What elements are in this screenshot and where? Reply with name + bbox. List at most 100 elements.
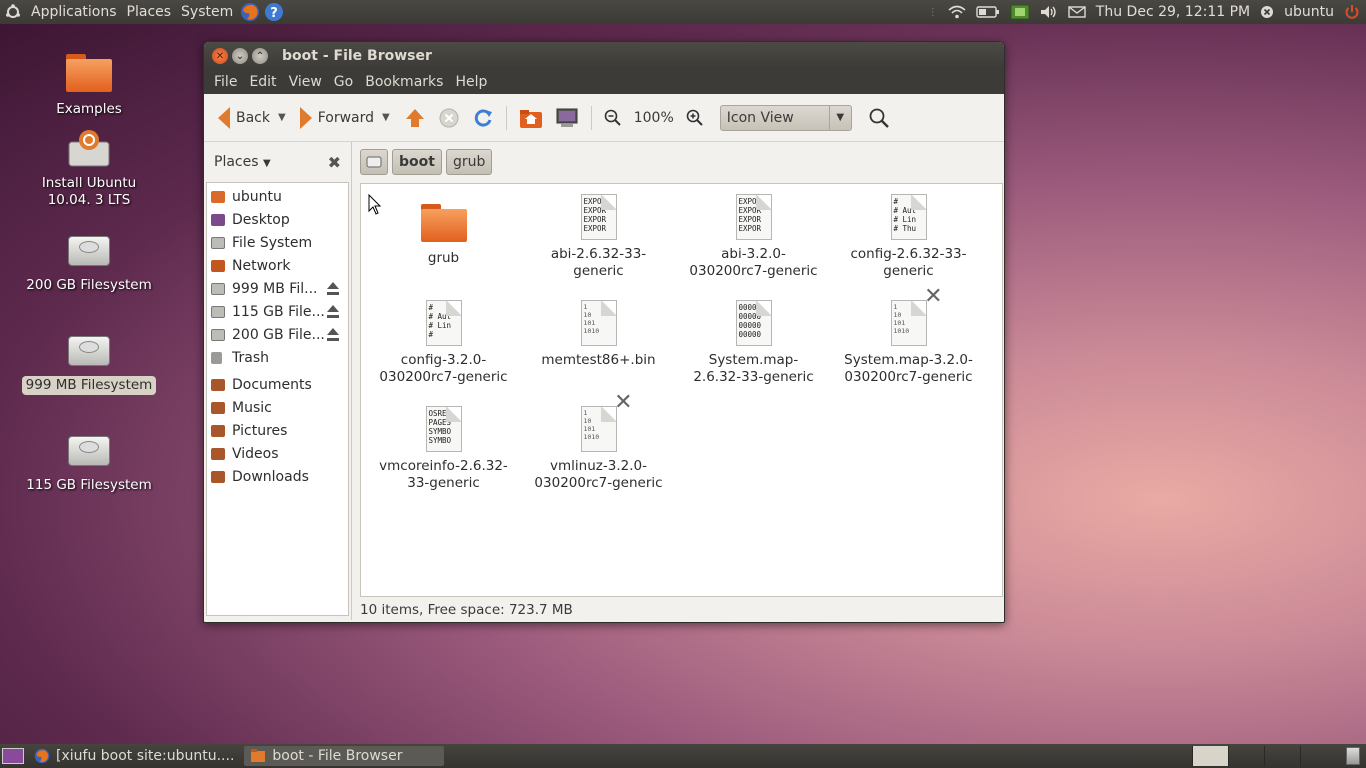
titlebar[interactable]: ✕ ⌄ ⌃ boot - File Browser [204,42,1004,70]
user-menu[interactable]: ubuntu [1284,4,1334,20]
trash-icon[interactable] [1346,747,1360,765]
maximize-window-button[interactable]: ⌃ [252,48,268,64]
wifi-icon[interactable] [948,5,966,19]
close-window-button[interactable]: ✕ [212,48,228,64]
home-folder-icon [519,109,542,128]
forward-history-dropdown[interactable]: ▼ [382,112,390,123]
minimize-window-button[interactable]: ⌄ [232,48,248,64]
mail-icon[interactable] [1068,6,1086,18]
file-name: abi-2.6.32-33-generic [550,246,647,279]
menu-go[interactable]: Go [328,74,359,90]
menu-bookmarks[interactable]: Bookmarks [359,74,449,90]
clock[interactable]: Thu Dec 29, 12:11 PM [1096,4,1250,20]
menu-edit[interactable]: Edit [243,74,282,90]
menu-view[interactable]: View [283,74,328,90]
file-item-grub[interactable]: grub [366,198,521,267]
file-item[interactable]: 1 10 101 1010 ✕ vmlinuz-3.2.0-030200rc7-… [521,392,676,492]
file-name: config-2.6.32-33-generic [850,246,967,279]
close-sidebar-icon[interactable]: ✖ [328,153,341,172]
power-icon[interactable] [1344,4,1360,20]
sidebar-item-music[interactable]: Music [207,396,348,419]
menu-help[interactable]: Help [449,74,493,90]
drive-icon [66,432,112,470]
desktop-icon-examples[interactable]: Examples [14,52,164,119]
up-arrow-icon [405,108,424,127]
bottom-panel: [xiufu boot site:ubuntu.... boot - File … [0,744,1366,768]
places-menu[interactable]: Places [122,4,177,20]
sidebar-item-pictures[interactable]: Pictures [207,419,348,442]
workspace-1[interactable] [1192,746,1228,766]
sidebar-item-label: 200 GB File... [232,326,325,343]
sidebar-item-200gb[interactable]: 200 GB File... [207,323,348,346]
file-item[interactable]: 00000 00000 00000 00000 System.map-2.6.3… [676,300,831,386]
sidebar-item-network[interactable]: Network [207,254,348,277]
file-item[interactable]: EXPOR EXPOR EXPOR EXPOR abi-2.6.32-33-ge… [521,194,676,280]
zoom-level[interactable]: 100% [628,106,680,130]
zoom-out-button[interactable] [598,105,628,131]
toolbar: Back ▼ Forward ▼ 100% Icon View ▼ [204,94,1004,142]
search-button[interactable] [862,103,896,133]
volume-icon[interactable] [1040,5,1058,19]
file-item[interactable]: 1 10 101 1010 memtest86+.bin [521,300,676,369]
file-item[interactable]: # # Aut # Lin # config-3.2.0-030200rc7-g… [366,300,521,386]
file-icon-view[interactable]: grub EXPOR EXPOR EXPOR EXPOR abi-2.6.32-… [360,183,1003,597]
stop-button[interactable] [432,103,466,133]
breadcrumb-grub[interactable]: grub [445,149,493,175]
back-history-dropdown[interactable]: ▼ [278,112,286,123]
sidebar-item-videos[interactable]: Videos [207,442,348,465]
file-name: config-3.2.0-030200rc7-generic [379,352,508,385]
drive-icon [211,305,225,318]
workspace-3[interactable] [1264,746,1300,766]
desktop-icon-install-ubuntu[interactable]: Install Ubuntu 10.04. 3 LTS [14,128,164,210]
sidebar-item-file-system[interactable]: File System [207,231,348,254]
up-button[interactable] [398,103,432,133]
file-item[interactable]: # # Aut # Lin # Thu config-2.6.32-33-gen… [831,194,986,280]
sidebar-item-downloads[interactable]: Downloads [207,465,348,488]
firefox-icon[interactable] [238,2,262,22]
text-file-icon: 00000 00000 00000 00000 [735,300,772,346]
desktop-icon-999mb[interactable]: 999 MB Filesystem [14,332,164,395]
firefox-icon [34,748,50,764]
file-item[interactable]: 1 10 101 1010 ✕ System.map-3.2.0-030200r… [831,286,986,386]
back-label: Back [236,109,270,126]
file-item[interactable]: OSREL PAGES SYMBO SYMBO vmcoreinfo-2.6.3… [366,406,521,492]
breadcrumb-root[interactable] [360,149,388,175]
system-menu[interactable]: System [176,4,238,20]
taskbar-item-file-browser[interactable]: boot - File Browser [244,746,445,766]
workspace-4[interactable] [1300,746,1336,766]
sidebar-item-ubuntu[interactable]: ubuntu [207,185,348,208]
home-button[interactable] [513,103,549,133]
battery-icon[interactable] [976,6,1000,18]
desktop-icon-115gb[interactable]: 115 GB Filesystem [14,432,164,495]
binary-file-icon: 1 10 101 1010 [580,406,617,452]
applications-menu[interactable]: Applications [26,4,122,20]
ubuntu-logo-icon[interactable] [0,4,26,20]
eject-icon[interactable] [326,328,340,341]
reload-icon [474,109,492,127]
help-icon[interactable]: ? [262,2,286,22]
menu-file[interactable]: File [208,74,243,90]
reload-button[interactable] [466,103,500,133]
desktop-icon-label: 200 GB Filesystem [26,277,152,293]
sidebar-item-115gb[interactable]: 115 GB File... [207,300,348,323]
binary-file-icon: 1 10 101 1010 [890,300,927,346]
file-item[interactable]: EXPOR EXPOR EXPOR EXPOR abi-3.2.0-030200… [676,194,831,280]
breadcrumb-boot[interactable]: boot [392,149,442,175]
sidebar-item-documents[interactable]: Documents [207,373,348,396]
view-mode-select[interactable]: Icon View ▼ [719,104,852,131]
eject-icon[interactable] [326,282,340,295]
show-desktop-icon[interactable] [2,748,24,764]
forward-button[interactable]: Forward [294,103,380,133]
eject-icon[interactable] [326,305,340,318]
back-button[interactable]: Back [212,103,276,133]
sidebar-pane-selector[interactable]: Places ▼ [214,154,271,170]
desktop-icon-200gb[interactable]: 200 GB Filesystem [14,232,164,295]
sidebar-item-desktop[interactable]: Desktop [207,208,348,231]
zoom-in-button[interactable] [680,105,710,131]
network-manager-icon[interactable] [1010,3,1030,21]
workspace-2[interactable] [1228,746,1264,766]
computer-button[interactable] [549,103,585,133]
sidebar-item-999mb[interactable]: 999 MB Fil... [207,277,348,300]
sidebar-item-trash[interactable]: Trash [207,346,348,369]
taskbar-item-firefox[interactable]: [xiufu boot site:ubuntu.... [28,746,240,766]
